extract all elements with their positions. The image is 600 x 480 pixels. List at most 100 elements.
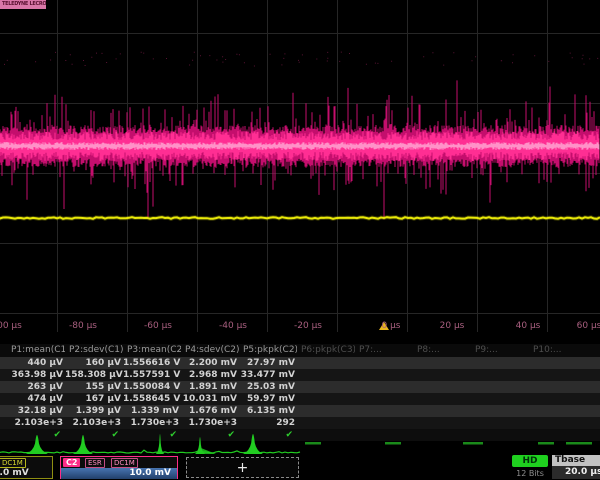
param-cell <box>355 369 413 381</box>
param-header-P4[interactable]: P4:sdev(C2) <box>181 344 239 357</box>
param-cell: 155 µV <box>65 381 123 393</box>
measurement-table: P1:mean(C1)P2:sdev(C1)P3:mean(C2)P4:sdev… <box>0 344 600 441</box>
waveform-graticule <box>0 0 600 332</box>
param-cell: 6.135 mV <box>239 405 297 417</box>
param-cell <box>471 393 529 405</box>
param-cell <box>355 393 413 405</box>
param-cell <box>297 369 355 381</box>
c2-badge: C2 <box>63 458 80 467</box>
param-cell: 2.200 mV <box>181 357 239 369</box>
param-cell <box>413 405 471 417</box>
param-header-P6[interactable]: P6:pkpk(C3) <box>297 344 355 357</box>
hd-bits-label: 12 Bits <box>512 469 548 478</box>
histicon-placeholder <box>463 442 483 445</box>
c2-vdiv-value: 10.0 mV <box>61 468 177 479</box>
param-cell <box>297 381 355 393</box>
param-cell <box>297 393 355 405</box>
param-cell: 10.031 mV <box>181 393 239 405</box>
param-header-P8[interactable]: P8:... <box>413 344 471 357</box>
param-cell: 32.18 µV <box>7 405 65 417</box>
param-header-P10[interactable]: P10:... <box>529 344 587 357</box>
param-cell <box>297 357 355 369</box>
histicon-tail <box>201 448 216 454</box>
param-cell: 33.477 mV <box>239 369 297 381</box>
histicon-peak <box>156 434 164 454</box>
param-cell <box>471 369 529 381</box>
param-cell <box>529 405 587 417</box>
param-cell: 1.557591 V <box>123 369 181 381</box>
c2-coupling-badge: DC1M <box>111 458 138 468</box>
param-cell <box>471 357 529 369</box>
histicon-placeholder <box>305 442 321 445</box>
param-cell: 363.98 µV <box>7 369 65 381</box>
parameter-histicons <box>0 430 600 458</box>
hd-mode-badge[interactable]: HD <box>512 455 548 467</box>
param-cell <box>529 381 587 393</box>
param-cell <box>355 417 413 429</box>
param-cell <box>413 357 471 369</box>
param-header-P2[interactable]: P2:sdev(C1) <box>65 344 123 357</box>
histicon-placeholder <box>566 442 592 445</box>
param-cell: 25.03 mV <box>239 381 297 393</box>
time-label: -20 µs <box>294 321 322 331</box>
param-cell <box>471 381 529 393</box>
param-cell: 474 µV <box>7 393 65 405</box>
param-cell: 440 µV <box>7 357 65 369</box>
param-cell: 1.556616 V <box>123 357 181 369</box>
param-cell <box>529 369 587 381</box>
channel-descriptor-c1[interactable]: C1 DC1M 10.0 mV <box>0 456 53 479</box>
param-cell: 1.730e+3 <box>181 417 239 429</box>
c1-coupling-badge: DC1M <box>0 458 26 468</box>
param-cell: 2.103e+3 <box>7 417 65 429</box>
param-header-P5[interactable]: P5:pkpk(C2) <box>239 344 297 357</box>
c2-esr-badge: ESR <box>85 458 105 468</box>
time-label: 0 µs <box>381 321 400 331</box>
param-cell: 1.550084 V <box>123 381 181 393</box>
timebase-descriptor[interactable]: Tbase 20.0 µs/div <box>552 455 600 479</box>
param-cell: 167 µV <box>65 393 123 405</box>
add-trace-button[interactable]: + <box>186 457 299 478</box>
param-cell <box>471 405 529 417</box>
histicon-peak <box>73 435 93 454</box>
timebase-value: 20.0 µs/div <box>552 466 600 479</box>
param-cell <box>355 357 413 369</box>
timebase-header: Tbase <box>552 455 600 466</box>
param-header-P1[interactable]: P1:mean(C1) <box>7 344 65 357</box>
param-cell: 158.308 µV <box>65 369 123 381</box>
param-cell: 1.339 mV <box>123 405 181 417</box>
param-cell: 160 µV <box>65 357 123 369</box>
channel-descriptor-c2[interactable]: C2 ESR DC1M 10.0 mV <box>60 456 178 479</box>
time-label: 20 µs <box>440 321 465 331</box>
oscilloscope-screen: TELEDYNE LECROY -100 µs-80 µs-60 µs-40 µ… <box>0 0 600 480</box>
time-label: 60 µs <box>577 321 600 331</box>
param-header-P9[interactable]: P9:... <box>471 344 529 357</box>
param-cell <box>413 393 471 405</box>
param-cell <box>529 393 587 405</box>
histicon-peak <box>26 435 48 454</box>
param-cell <box>471 417 529 429</box>
param-cell: 27.97 mV <box>239 357 297 369</box>
param-cell <box>529 357 587 369</box>
time-label: 40 µs <box>516 321 541 331</box>
param-cell <box>355 405 413 417</box>
histicon-placeholder <box>538 442 554 445</box>
param-cell: 1.891 mV <box>181 381 239 393</box>
param-cell: 1.558645 V <box>123 393 181 405</box>
persistence-dots <box>4 52 598 66</box>
param-cell: 2.103e+3 <box>65 417 123 429</box>
time-label: -60 µs <box>144 321 172 331</box>
param-header-P7[interactable]: P7:... <box>355 344 413 357</box>
param-cell: 59.97 mV <box>239 393 297 405</box>
histicon-placeholder <box>385 442 401 445</box>
param-cell <box>413 381 471 393</box>
param-cell: 292 <box>239 417 297 429</box>
param-cell: 2.968 mV <box>181 369 239 381</box>
brand-badge: TELEDYNE LECROY <box>0 0 46 9</box>
param-cell <box>297 405 355 417</box>
param-cell: 263 µV <box>7 381 65 393</box>
param-cell <box>413 417 471 429</box>
timebase-label: Tbase <box>555 455 585 465</box>
time-label: -80 µs <box>69 321 97 331</box>
param-cell <box>355 381 413 393</box>
param-header-P3[interactable]: P3:mean(C2) <box>123 344 181 357</box>
